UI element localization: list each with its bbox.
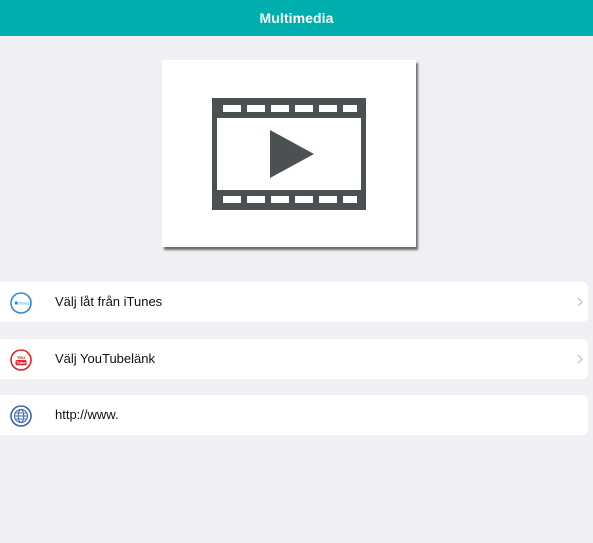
itunes-icon: iTunes — [10, 292, 32, 314]
film-play-icon — [212, 97, 366, 210]
navigation-bar: Multimedia — [0, 0, 593, 36]
list-item-label: Välj YouTubelänk — [55, 351, 155, 366]
globe-icon — [10, 405, 32, 427]
chevron-right-icon — [576, 352, 584, 366]
itunes-icon-label: iTunes — [18, 301, 29, 305]
url-input-label: http://www. — [55, 407, 119, 422]
youtube-icon-label-bottom: Tube — [16, 360, 26, 365]
list-item-label: Välj låt från iTunes — [55, 294, 163, 309]
list-item-youtube[interactable]: You Tube Välj YouTubelänk — [0, 339, 588, 379]
list-item-url[interactable]: http://www. — [0, 395, 588, 435]
chevron-right-icon — [576, 295, 584, 309]
list-item-itunes[interactable]: iTunes Välj låt från iTunes — [0, 282, 588, 322]
page-title: Multimedia — [259, 10, 334, 26]
media-preview[interactable] — [162, 60, 416, 247]
youtube-icon: You Tube — [10, 349, 32, 371]
